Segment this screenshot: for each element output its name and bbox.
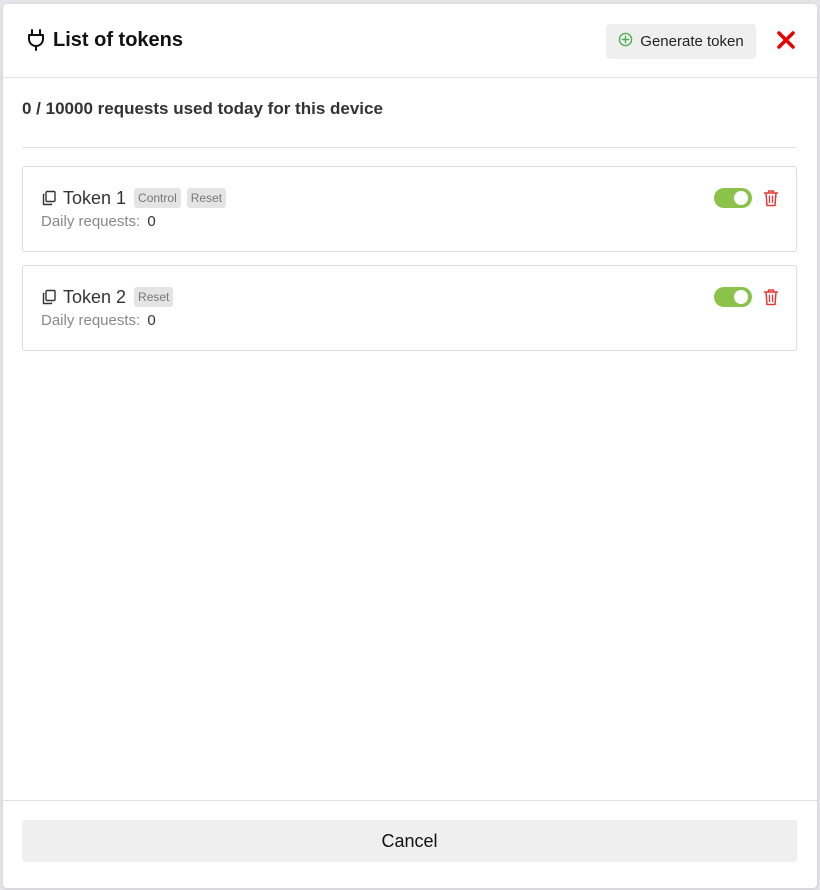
daily-requests: Daily requests: 0: [41, 312, 156, 329]
token-header: Token 1 Control Reset: [41, 187, 227, 209]
tag-reset[interactable]: Reset: [134, 287, 174, 307]
token-card: Token 1 Control Reset Daily requests: 0: [22, 166, 797, 252]
delete-icon[interactable]: [763, 189, 779, 207]
tokens-modal: List of tokens Generate token 0 / 10000 …: [3, 4, 817, 888]
copy-icon[interactable]: [41, 289, 57, 305]
close-button[interactable]: [773, 29, 799, 55]
daily-requests: Daily requests: 0: [41, 213, 156, 230]
copy-icon[interactable]: [41, 190, 57, 206]
token-name: Token 1: [63, 187, 127, 208]
modal-title-group: List of tokens: [27, 26, 183, 54]
delete-icon[interactable]: [763, 288, 779, 306]
daily-requests-label: Daily requests:: [41, 312, 141, 329]
add-circle-icon: [618, 32, 633, 51]
token-header: Token 2 Reset: [41, 286, 174, 308]
token-card: Token 2 Reset Daily requests: 0: [22, 265, 797, 351]
toggle-knob: [734, 191, 748, 205]
token-enabled-toggle[interactable]: [714, 188, 752, 208]
toggle-knob: [734, 290, 748, 304]
cancel-button[interactable]: Cancel: [22, 820, 797, 862]
usage-summary: 0 / 10000 requests used today for this d…: [22, 99, 383, 118]
close-icon: [777, 30, 795, 54]
plug-icon: [27, 29, 45, 51]
generate-token-label: Generate token: [640, 33, 744, 50]
divider: [22, 147, 797, 148]
token-enabled-toggle[interactable]: [714, 287, 752, 307]
token-name: Token 2: [63, 286, 127, 307]
daily-requests-value: 0: [147, 213, 156, 230]
modal-header: List of tokens Generate token: [3, 4, 817, 78]
tag-reset[interactable]: Reset: [186, 188, 227, 208]
generate-token-button[interactable]: Generate token: [606, 24, 756, 59]
daily-requests-value: 0: [147, 312, 156, 329]
modal-footer: Cancel: [3, 800, 817, 888]
daily-requests-label: Daily requests:: [41, 213, 141, 230]
tag-control[interactable]: Control: [134, 188, 181, 208]
modal-title: List of tokens: [53, 28, 184, 51]
